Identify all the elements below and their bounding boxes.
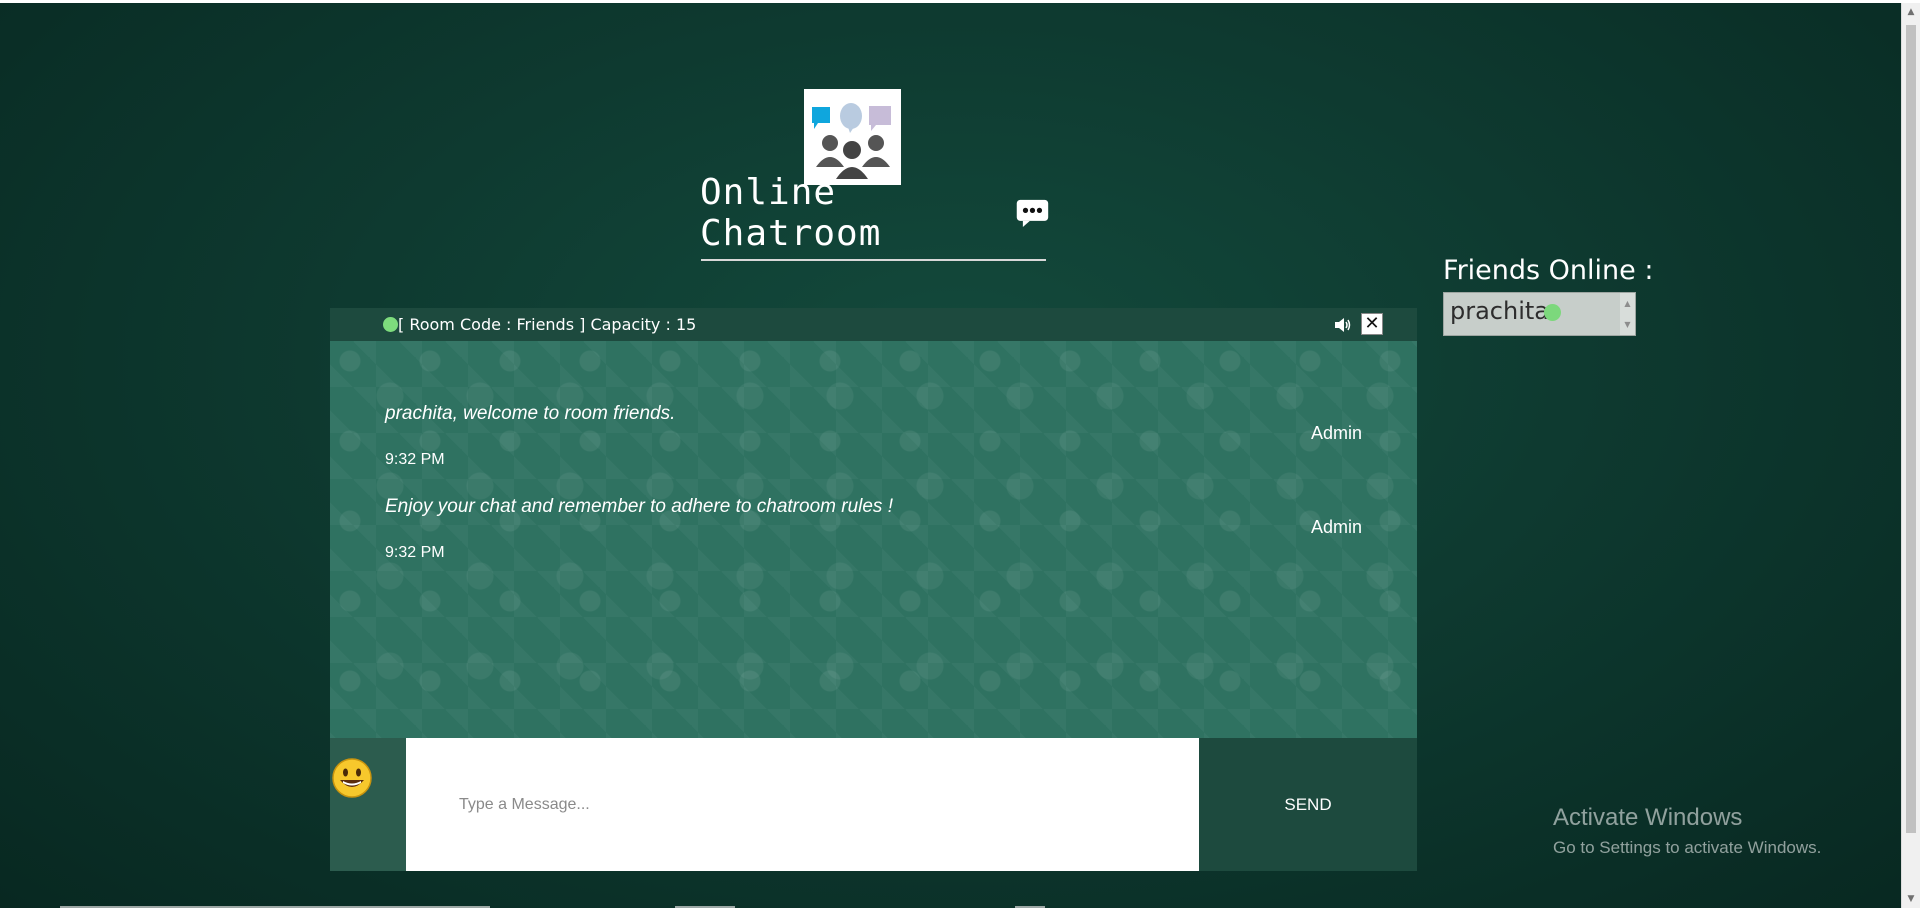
title-divider — [701, 259, 1046, 261]
friends-online-list[interactable]: prachita ▲ ▼ — [1443, 292, 1636, 336]
emoji-button[interactable] — [330, 738, 406, 871]
message-text: prachita, welcome to room friends. — [385, 403, 676, 424]
chat-window: [ Room Code : Friends ] Capacity : 15 ✕ … — [330, 308, 1417, 871]
scroll-down-icon[interactable]: ▼ — [1620, 314, 1635, 335]
browser-top-edge — [0, 0, 1920, 3]
online-status-dot — [1544, 304, 1561, 321]
friend-name: prachita — [1450, 297, 1549, 325]
room-status-dot — [383, 317, 398, 332]
scroll-up-icon[interactable]: ▲ — [1902, 3, 1920, 21]
page-scrollbar[interactable]: ▲ ▼ — [1901, 3, 1920, 908]
speaker-icon[interactable] — [1332, 315, 1352, 335]
chatroom-logo — [804, 89, 901, 185]
room-info: [ Room Code : Friends ] Capacity : 15 — [398, 315, 697, 334]
message-text: Enjoy your chat and remember to adhere t… — [385, 496, 893, 517]
list-scrollbar[interactable]: ▲ ▼ — [1620, 293, 1635, 335]
message-time: 9:32 PM — [385, 544, 445, 561]
scroll-down-icon[interactable]: ▼ — [1902, 890, 1920, 908]
page-title: Online Chatroom — [700, 172, 1050, 254]
activation-watermark-subtitle: Go to Settings to activate Windows. — [1553, 838, 1822, 857]
message-list[interactable]: prachita, welcome to room friends. Admin… — [330, 341, 1417, 771]
scrollbar-thumb[interactable] — [1906, 25, 1916, 833]
message-sender: Admin — [1310, 423, 1362, 443]
activation-watermark-title: Activate Windows — [1553, 804, 1743, 831]
message-input[interactable] — [406, 738, 1199, 871]
page-title-text: Online Chatroom — [700, 172, 882, 254]
send-button[interactable]: SEND — [1199, 738, 1417, 871]
friends-online-title: Friends Online : — [1443, 255, 1654, 286]
message-time: 9:32 PM — [385, 451, 445, 468]
group-chat-icon — [812, 103, 891, 179]
close-icon[interactable]: ✕ — [1361, 313, 1383, 335]
speech-bubble-icon — [1016, 199, 1049, 227]
scroll-up-icon[interactable]: ▲ — [1620, 293, 1635, 314]
message-composer: SEND — [330, 738, 1417, 871]
smiley-emoji-icon — [332, 758, 372, 798]
chat-header: [ Room Code : Friends ] Capacity : 15 ✕ — [330, 308, 1417, 341]
message-sender: Admin — [1310, 517, 1362, 537]
